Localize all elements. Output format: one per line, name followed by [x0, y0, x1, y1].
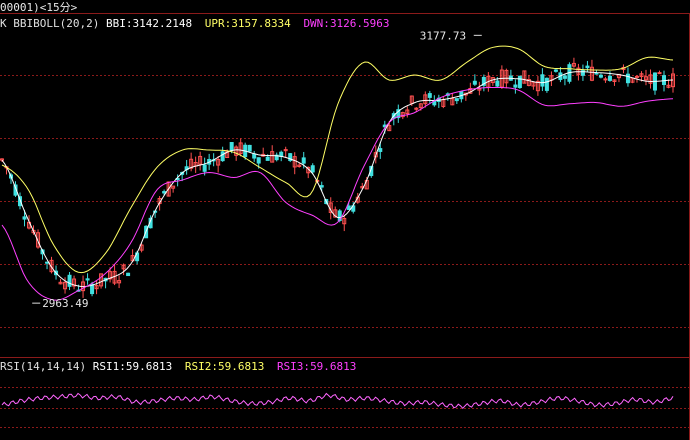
candle-body: [252, 153, 257, 159]
dwn-line: [1, 87, 674, 301]
candle-body: [540, 74, 545, 87]
candle-body: [657, 72, 662, 75]
kline-chart[interactable]: 3177.73 2963.49: [0, 0, 690, 440]
candle-body: [603, 78, 608, 81]
candle-body: [495, 80, 500, 87]
candle-body: [585, 65, 590, 69]
candle-body: [162, 191, 167, 194]
candle-body: [378, 148, 383, 152]
low-label: 2963.49: [42, 297, 88, 310]
candle-body: [126, 272, 131, 277]
candle-body: [634, 75, 639, 78]
candle-body: [229, 142, 234, 151]
candle-body: [598, 74, 603, 78]
candle-body: [594, 72, 599, 75]
candle-body: [247, 144, 252, 152]
candle-body: [301, 157, 306, 164]
candle-body: [517, 75, 522, 88]
candle-body: [346, 205, 351, 210]
candle-body: [427, 93, 432, 98]
candle-body: [67, 274, 72, 287]
candle-body: [562, 75, 567, 79]
candle-body: [625, 73, 630, 84]
candle-body: [256, 157, 261, 164]
candle-body: [553, 69, 558, 72]
candle-body: [472, 80, 477, 85]
candle-body: [202, 164, 207, 172]
upr-line: [1, 45, 674, 274]
candle-body: [85, 278, 90, 281]
candle-body: [513, 84, 518, 88]
rsi-line: [1, 392, 674, 410]
high-label: 3177.73: [420, 29, 466, 42]
candle-body: [454, 98, 459, 102]
candle-body: [220, 151, 225, 162]
candle-body: [319, 185, 324, 188]
candle-body: [265, 156, 270, 161]
candle-body: [544, 77, 549, 91]
candle-body: [22, 216, 27, 220]
candle-body: [607, 75, 612, 81]
candle-body: [661, 75, 666, 86]
candle-body: [310, 165, 315, 173]
